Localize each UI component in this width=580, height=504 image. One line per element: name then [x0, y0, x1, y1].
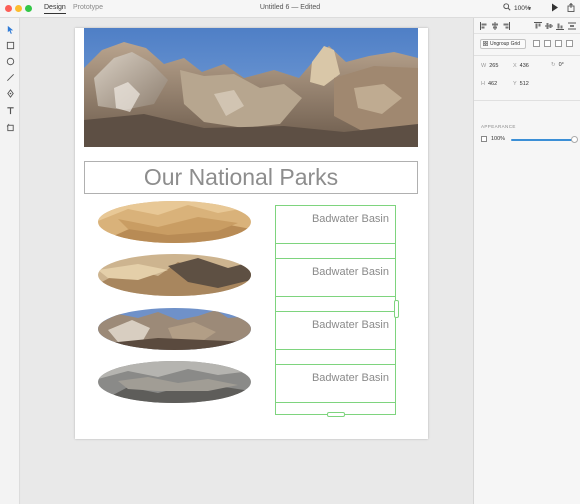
grid-resize-handle-right[interactable] — [394, 300, 399, 318]
grid-icon — [483, 40, 488, 48]
grid-cell[interactable]: Badwater Basin — [275, 258, 396, 297]
boolean-add-icon[interactable] — [533, 40, 540, 47]
opacity-slider-handle[interactable] — [571, 136, 578, 143]
y-value[interactable]: 512 — [520, 81, 529, 87]
gray-badlands-photo[interactable] — [98, 361, 251, 403]
x-value[interactable]: 436 — [520, 63, 529, 69]
ungroup-grid-label: Ungroup Grid — [490, 41, 521, 47]
artboard[interactable]: Our National Parks Badwater Basin Badwat… — [75, 28, 428, 439]
hero-mountain-photo[interactable] — [84, 28, 418, 147]
height-field[interactable]: H 462 — [481, 81, 497, 87]
heading-frame[interactable]: Our National Parks — [84, 161, 418, 194]
grid-cell[interactable]: Badwater Basin — [275, 311, 396, 350]
search-icon[interactable] — [503, 3, 511, 13]
divider — [474, 55, 580, 56]
y-key: Y — [513, 81, 517, 87]
park-name-label[interactable]: Badwater Basin — [312, 266, 389, 278]
x-field[interactable]: X 436 — [513, 63, 529, 69]
height-value[interactable]: 462 — [488, 81, 497, 87]
text-tool-icon[interactable] — [5, 105, 16, 116]
tab-design[interactable]: Design — [44, 4, 66, 14]
share-icon[interactable] — [567, 2, 575, 14]
align-toolbar — [474, 18, 580, 34]
opacity-icon — [481, 136, 487, 142]
line-tool-icon[interactable] — [5, 72, 16, 83]
align-top-icon[interactable] — [534, 22, 542, 30]
title-bar: Design Prototype Untitled 6 — Edited 100… — [0, 0, 580, 18]
tab-prototype[interactable]: Prototype — [73, 4, 103, 11]
align-center-icon[interactable] — [491, 22, 499, 30]
opacity-slider[interactable] — [511, 139, 573, 141]
appearance-section-label: APPEARANCE — [481, 124, 516, 129]
rotation-value[interactable]: 0° — [559, 62, 564, 68]
divider — [474, 100, 580, 101]
distribute-icon[interactable] — [568, 22, 576, 30]
width-field[interactable]: W 265 — [481, 63, 498, 69]
align-left-icon[interactable] — [480, 22, 488, 30]
property-inspector: Ungroup Grid W 265 X 436 ↻ 0° H 462 Y 512 APP… — [473, 18, 580, 504]
width-value[interactable]: 265 — [489, 63, 498, 69]
grid-resize-handle-bottom[interactable] — [327, 412, 345, 417]
dunes-photo[interactable] — [98, 201, 251, 243]
align-middle-icon[interactable] — [545, 22, 553, 30]
ellipse-tool-icon[interactable] — [5, 56, 16, 67]
boolean-exclude-icon[interactable] — [566, 40, 573, 47]
boolean-subtract-icon[interactable] — [544, 40, 551, 47]
grid-cell[interactable]: Badwater Basin — [275, 364, 396, 403]
rock-formation-photo[interactable] — [98, 308, 251, 350]
ungroup-grid-button[interactable]: Ungroup Grid — [480, 39, 526, 49]
play-icon[interactable] — [551, 3, 559, 14]
rotation-field[interactable]: ↻ 0° — [551, 62, 564, 68]
rectangle-tool-icon[interactable] — [5, 40, 16, 51]
zoom-window-button[interactable] — [25, 5, 32, 12]
align-bottom-icon[interactable] — [556, 22, 564, 30]
pen-tool-icon[interactable] — [5, 88, 16, 99]
grid-cell[interactable]: Badwater Basin — [275, 205, 396, 244]
design-canvas[interactable]: Our National Parks Badwater Basin Badwat… — [21, 18, 473, 504]
width-key: W — [481, 63, 487, 69]
align-right-icon[interactable] — [502, 22, 510, 30]
chevron-down-icon[interactable]: ▾ — [528, 5, 531, 12]
park-name-label[interactable]: Badwater Basin — [312, 319, 389, 331]
tools-panel — [0, 18, 20, 504]
page-title[interactable]: Our National Parks — [85, 162, 417, 193]
artboard-tool-icon[interactable] — [5, 122, 16, 133]
y-field[interactable]: Y 512 — [513, 81, 529, 87]
park-name-label[interactable]: Badwater Basin — [312, 213, 389, 225]
minimize-window-button[interactable] — [15, 5, 22, 12]
rotate-icon: ↻ — [551, 62, 556, 68]
select-tool-icon[interactable] — [5, 24, 16, 35]
close-window-button[interactable] — [5, 5, 12, 12]
park-name-label[interactable]: Badwater Basin — [312, 372, 389, 384]
x-key: X — [513, 63, 517, 69]
sand-canyon-photo[interactable] — [98, 254, 251, 296]
opacity-value[interactable]: 100% — [491, 136, 505, 142]
height-key: H — [481, 81, 485, 87]
boolean-intersect-icon[interactable] — [555, 40, 562, 47]
